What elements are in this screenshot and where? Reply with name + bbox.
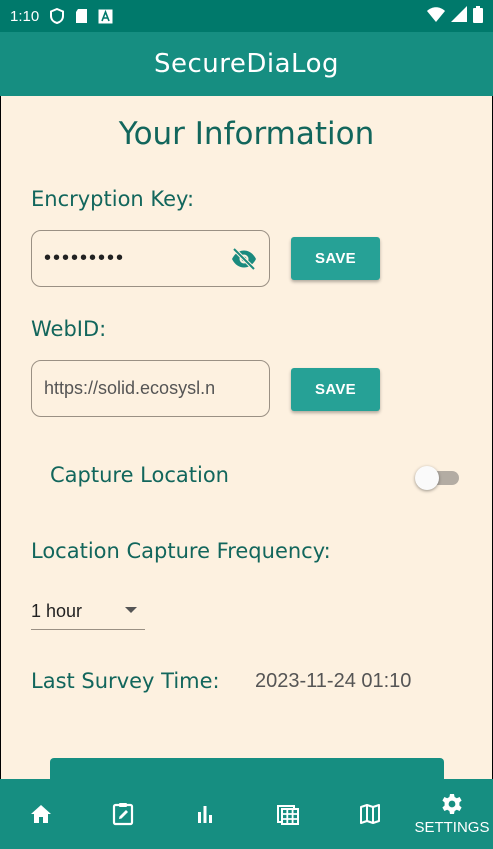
edit-note-icon [113,803,134,826]
nav-stats[interactable] [164,779,246,849]
encryption-key-field[interactable] [31,230,270,287]
page-title: Your Information [118,116,375,152]
frequency-dropdown[interactable]: 1 hour [31,594,145,630]
status-time: 1:10 [10,7,40,25]
frequency-selected: 1 hour [31,601,83,621]
nav-diary[interactable] [82,779,164,849]
nav-calendar[interactable] [247,779,329,849]
bottom-nav: SETTINGS [0,779,493,849]
save-encryption-key-button[interactable]: SAVE [291,237,380,280]
encryption-key-input[interactable] [44,247,257,270]
dropdown-arrow-icon [125,607,137,613]
survey-time-value: 2023-11-24 01:10 [255,670,412,692]
nav-map[interactable] [329,779,411,849]
webid-field[interactable] [31,360,270,417]
frequency-label: Location Capture Frequency: [31,539,331,563]
nav-settings[interactable]: SETTINGS [411,779,493,849]
eye-off-icon[interactable] [231,247,257,271]
shield-icon [49,8,65,24]
bar-chart-icon [198,806,213,823]
save-webid-button[interactable]: SAVE [291,368,380,411]
settings-content: Your Information Encryption Key: SAVE We… [1,96,492,779]
app-bar: SecureDiaLog [0,32,493,96]
keyboard-a-icon [97,8,113,24]
signal-icon [451,6,467,26]
status-bar: 1:10 [0,0,493,32]
calendar-grid-icon [276,805,299,825]
survey-time-label: Last Survey Time: [31,669,220,693]
encryption-key-label: Encryption Key: [31,187,195,211]
webid-label: WebID: [31,317,107,341]
gear-icon [442,794,462,814]
battery-icon [473,5,483,27]
home-icon [31,805,52,823]
action-button[interactable] [50,758,444,779]
capture-location-label: Capture Location [50,463,229,487]
nav-home[interactable] [0,779,82,849]
app-title: SecureDiaLog [153,49,339,79]
wifi-icon [427,6,445,26]
capture-location-toggle[interactable] [415,466,459,490]
map-icon [359,804,380,824]
sd-card-icon [73,8,89,24]
webid-input[interactable] [44,378,257,399]
toggle-thumb [415,466,439,490]
nav-settings-label: SETTINGS [414,819,490,836]
